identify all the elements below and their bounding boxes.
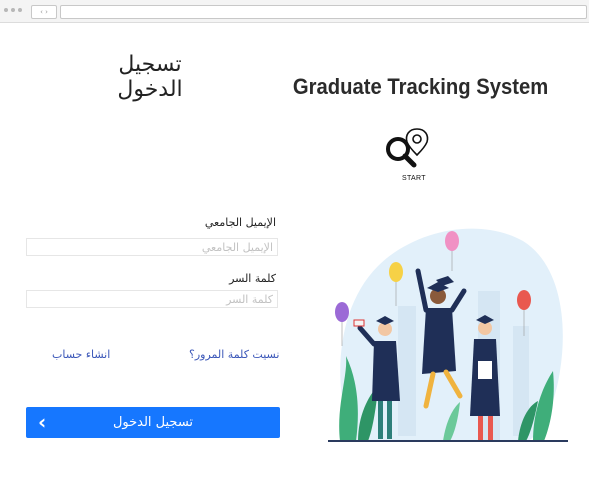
email-label: الإيميل الجامعي [204,216,276,229]
email-field[interactable] [26,238,278,256]
window-dot-icon[interactable] [11,8,15,12]
browser-chrome: ‹ › [0,0,589,23]
app-title: Graduate Tracking System [292,74,549,99]
window-dot-icon[interactable] [4,8,8,12]
login-button-label: تسجيل الدخول [112,415,194,430]
password-field[interactable] [26,290,278,308]
password-label: كلمة السر [229,272,276,285]
search-location-icon [386,128,429,168]
forgot-password-link[interactable]: نسيت كلمة المرور؟ [189,348,279,361]
logo-caption: START [402,175,426,182]
address-bar[interactable] [60,5,587,19]
window-dot-icon[interactable] [18,8,22,12]
graduates-illustration [328,228,568,442]
login-title: تسجيل الدخول [117,52,183,102]
window-controls [4,8,22,12]
login-button[interactable]: ‹ تسجيل الدخول [26,407,280,438]
create-account-link[interactable]: انشاء حساب [52,348,110,361]
back-forward-buttons[interactable]: ‹ › [31,5,57,19]
